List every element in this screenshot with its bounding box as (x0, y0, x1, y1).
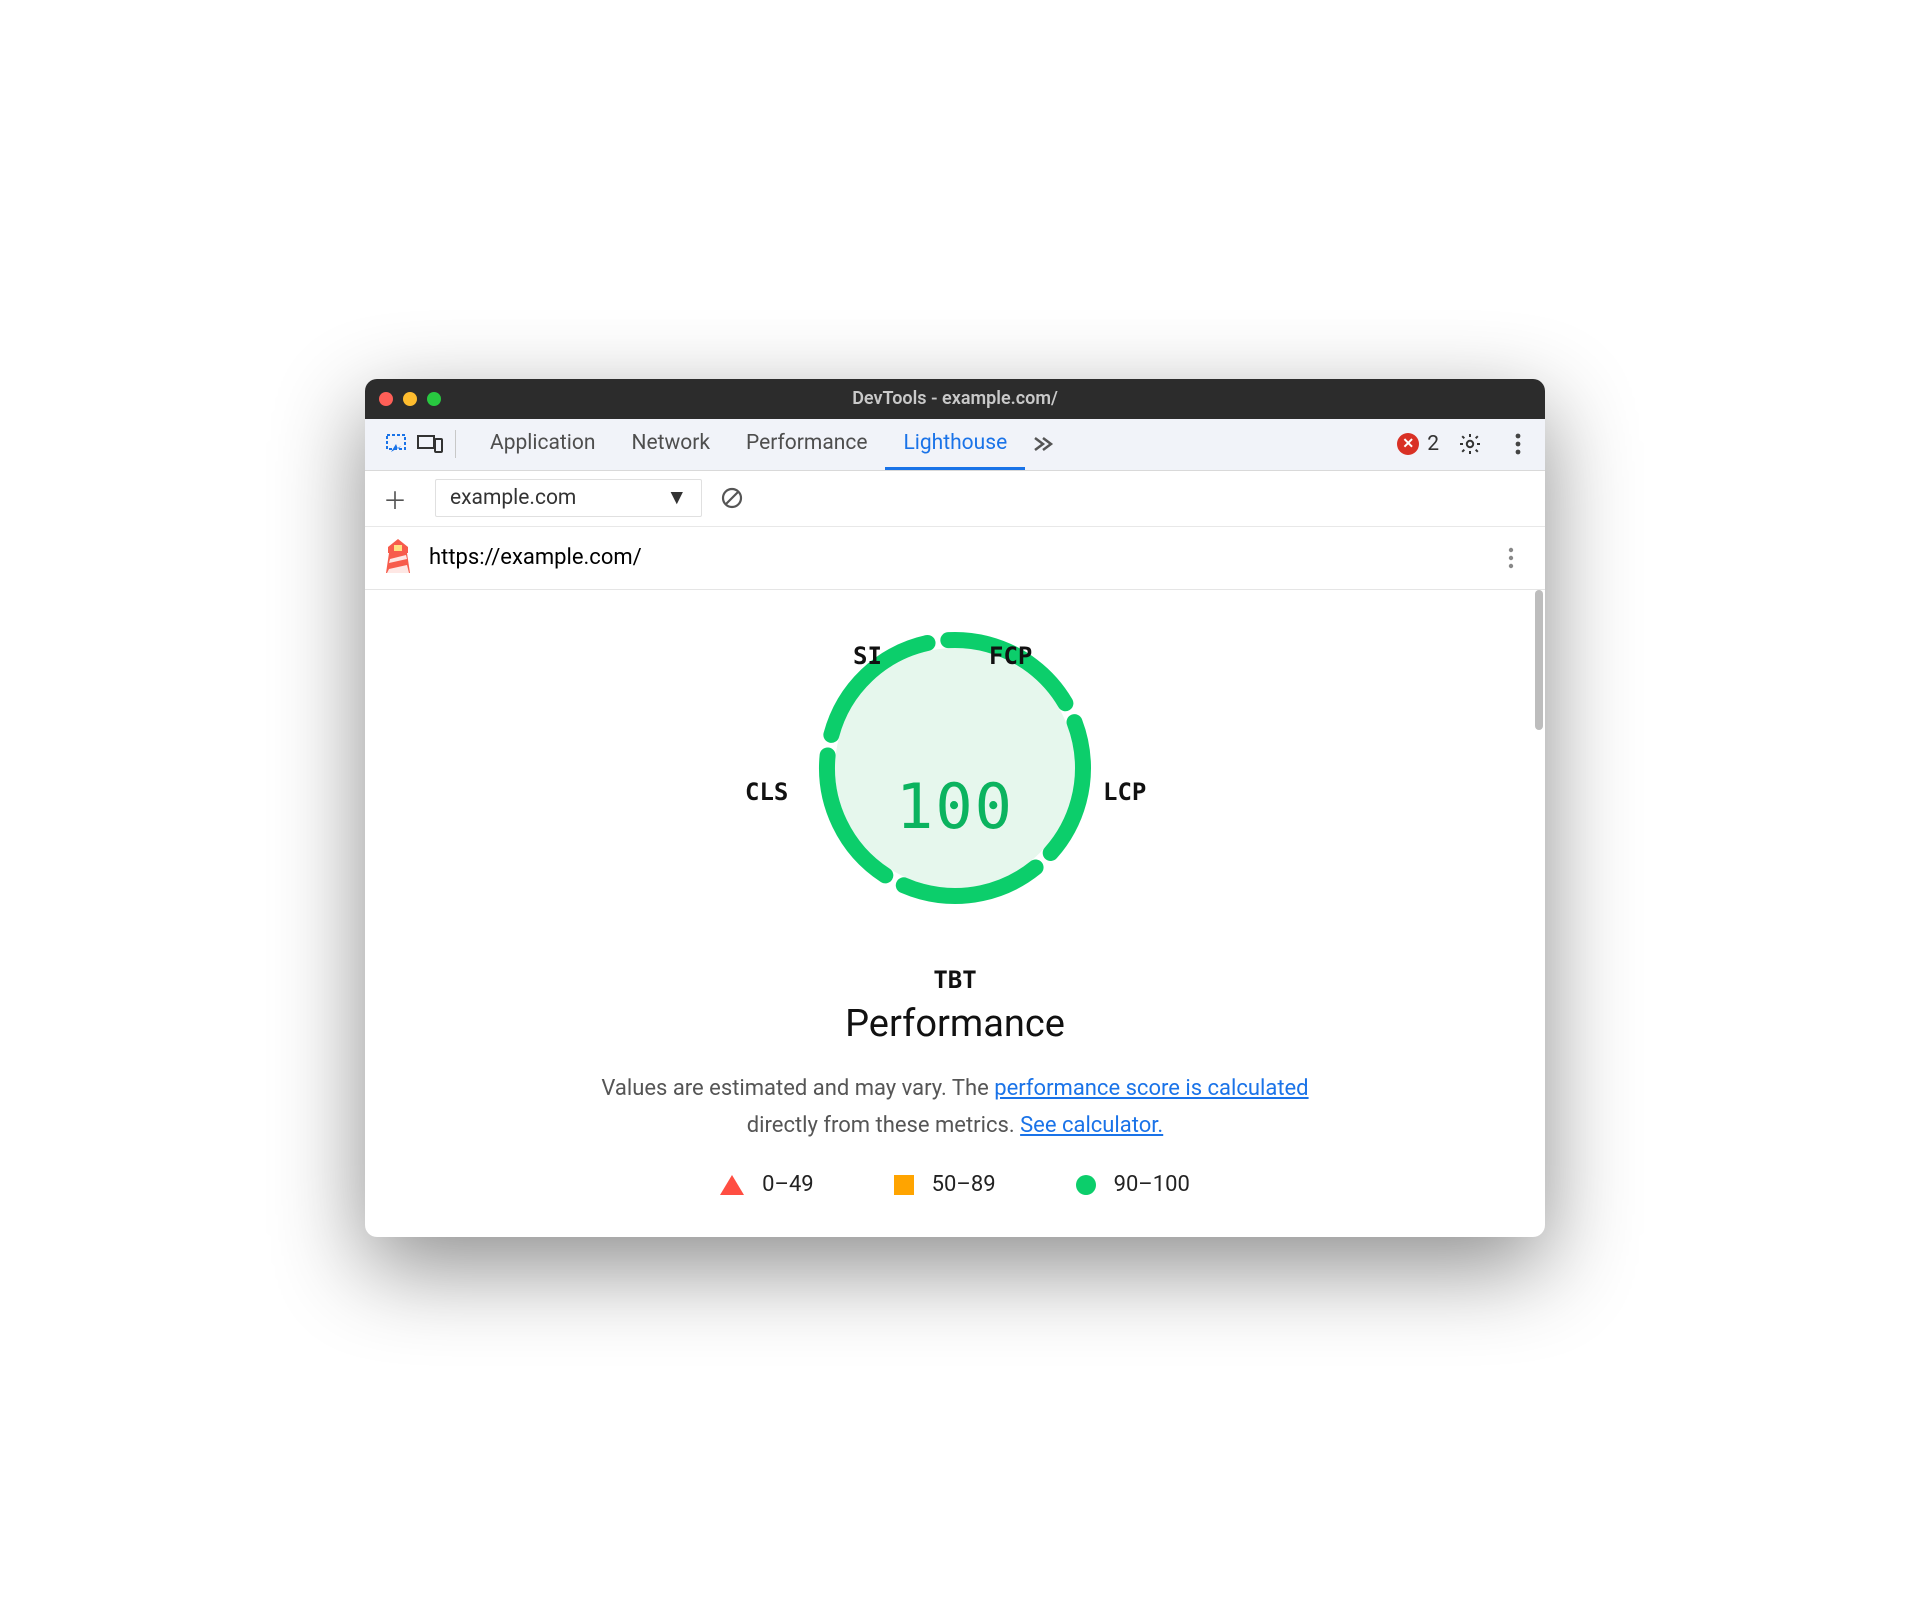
metric-label-si: SI (853, 642, 882, 670)
divider (455, 430, 456, 458)
legend-bad-label: 0–49 (762, 1172, 814, 1197)
circle-icon (1076, 1175, 1096, 1195)
titlebar: DevTools - example.com/ (365, 379, 1545, 419)
dropdown-icon: ▼ (666, 486, 687, 510)
metric-label-tbt: TBT (933, 966, 976, 994)
panel-tabs: Application Network Performance Lighthou… (472, 418, 1397, 470)
inspect-element-icon[interactable] (379, 427, 413, 461)
device-toggle-icon[interactable] (413, 427, 447, 461)
clear-audit-button[interactable] (716, 482, 748, 514)
scrollbar[interactable] (1535, 590, 1543, 730)
desc-prefix: Values are estimated and may vary. The (601, 1076, 994, 1101)
close-window-button[interactable] (379, 392, 393, 406)
minimize-window-button[interactable] (403, 392, 417, 406)
tab-application[interactable]: Application (472, 418, 613, 470)
legend-good-label: 90–100 (1114, 1172, 1190, 1197)
error-icon: ✕ (1397, 433, 1419, 455)
report-header: https://example.com/ (365, 527, 1545, 590)
legend-bad: 0–49 (720, 1172, 814, 1197)
audited-url: https://example.com/ (429, 545, 1495, 570)
lighthouse-logo-icon (383, 539, 413, 577)
more-tabs-icon[interactable] (1025, 427, 1059, 461)
legend-avg: 50–89 (894, 1172, 996, 1197)
description: Values are estimated and may vary. The p… (601, 1070, 1308, 1145)
metric-label-fcp: FCP (989, 642, 1032, 670)
performance-gauge: SI FCP LCP TBT CLS 100 Performance Value… (405, 614, 1505, 1198)
tab-lighthouse[interactable]: Lighthouse (885, 418, 1025, 470)
gauge-ring: SI FCP LCP TBT CLS 100 (735, 618, 1175, 998)
toolbar-right: ✕ 2 (1397, 427, 1535, 461)
metric-label-lcp: LCP (1103, 778, 1146, 806)
metric-label-cls: CLS (745, 778, 788, 806)
window-title: DevTools - example.com/ (365, 388, 1545, 409)
score-legend: 0–49 50–89 90–100 (720, 1172, 1190, 1197)
see-calculator-link[interactable]: See calculator. (1020, 1113, 1163, 1138)
devtools-toolbar: Application Network Performance Lighthou… (365, 419, 1545, 471)
legend-avg-label: 50–89 (932, 1172, 996, 1197)
window-controls (379, 392, 441, 406)
devtools-window: DevTools - example.com/ Application Netw… (365, 379, 1545, 1238)
report-menu-icon[interactable] (1495, 542, 1527, 574)
site-select-label: example.com (450, 486, 576, 510)
performance-score: 100 (896, 770, 1014, 843)
zoom-window-button[interactable] (427, 392, 441, 406)
settings-icon[interactable] (1453, 427, 1487, 461)
triangle-icon (720, 1175, 744, 1195)
error-count: 2 (1427, 432, 1439, 456)
tab-performance[interactable]: Performance (728, 418, 885, 470)
section-title: Performance (845, 1002, 1065, 1046)
menu-icon[interactable] (1501, 427, 1535, 461)
audit-toolbar: ＋ example.com ▼ (365, 471, 1545, 527)
site-select[interactable]: example.com ▼ (435, 479, 702, 517)
tab-network[interactable]: Network (613, 418, 728, 470)
error-badge[interactable]: ✕ 2 (1397, 432, 1439, 456)
desc-middle: directly from these metrics. (747, 1113, 1020, 1138)
legend-good: 90–100 (1076, 1172, 1190, 1197)
square-icon (894, 1175, 914, 1195)
new-audit-button[interactable]: ＋ (379, 482, 411, 514)
score-calc-link[interactable]: performance score is calculated (994, 1076, 1308, 1101)
report-body: SI FCP LCP TBT CLS 100 Performance Value… (365, 590, 1545, 1238)
